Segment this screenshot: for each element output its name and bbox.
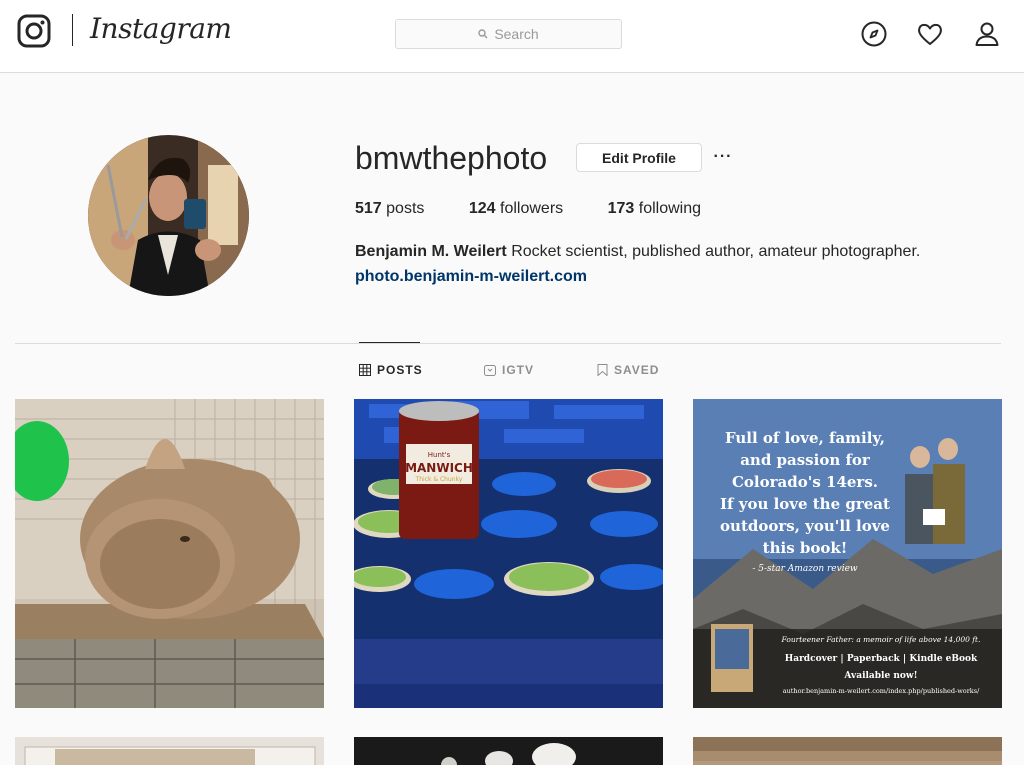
ad-url: author.benjamin-m-weilert.com/index.php/… bbox=[783, 687, 980, 695]
nav-divider bbox=[72, 14, 73, 46]
bookmark-icon bbox=[597, 364, 608, 376]
post-image bbox=[693, 737, 1002, 765]
profile-username: bmwthephoto bbox=[355, 140, 548, 176]
ad-availability: Available now! bbox=[843, 671, 917, 681]
igtv-icon bbox=[484, 365, 496, 376]
tab-igtv[interactable]: IGTV bbox=[484, 363, 534, 377]
ad-formats: Hardcover | Paperback | Kindle eBook bbox=[785, 654, 978, 664]
ad-review-text: - 5-star Amazon review bbox=[752, 564, 858, 574]
post-thumbnail-row2-3[interactable] bbox=[693, 737, 1002, 765]
post-image bbox=[15, 737, 324, 765]
profile-stats: 517 posts 124 followers 173 following bbox=[355, 200, 741, 218]
cans-photo: Hunt's MANWICH Thick & Chunky bbox=[354, 399, 663, 708]
grid-icon bbox=[359, 364, 371, 376]
profile-website-link[interactable]: photo.benjamin-m-weilert.com bbox=[355, 268, 587, 286]
can-product-text: MANWICH bbox=[405, 461, 473, 475]
post-image bbox=[354, 737, 663, 765]
ad-book-title: Fourteener Father: a memoir of life abov… bbox=[781, 635, 981, 644]
search-placeholder: Search bbox=[494, 26, 539, 42]
edit-profile-button[interactable]: Edit Profile bbox=[576, 143, 702, 172]
rabbit-photo bbox=[15, 399, 324, 708]
top-nav: Instagram Search bbox=[0, 0, 1024, 73]
followers-count: 124 bbox=[468, 200, 496, 217]
heart-icon[interactable] bbox=[916, 20, 944, 48]
post-thumbnail-rabbit[interactable] bbox=[15, 399, 324, 708]
tabs-divider bbox=[15, 343, 1001, 344]
profile-avatar[interactable] bbox=[88, 135, 249, 296]
instagram-wordmark[interactable]: Instagram bbox=[90, 12, 232, 45]
followers-stat-label: followers bbox=[500, 200, 564, 217]
tab-saved[interactable]: SAVED bbox=[597, 363, 659, 377]
can-brand-text: Hunt's bbox=[428, 451, 451, 459]
post-thumbnail-row2-1[interactable] bbox=[15, 737, 324, 765]
user-icon[interactable] bbox=[973, 20, 1001, 48]
posts-stat-label: posts bbox=[386, 200, 425, 217]
tab-label: IGTV bbox=[502, 363, 535, 377]
can-variant-text: Thick & Chunky bbox=[415, 476, 463, 483]
followers-stat[interactable]: 124 followers bbox=[469, 200, 563, 217]
ad-headline-line-3: Colorado's 14ers. bbox=[732, 473, 878, 491]
profile-full-name: Benjamin M. Weilert bbox=[355, 243, 507, 260]
following-stat-label: following bbox=[638, 200, 702, 217]
tab-label: POSTS bbox=[377, 363, 423, 377]
post-thumbnail-book-ad[interactable]: Full of love, family, and passion for Co… bbox=[693, 399, 1002, 708]
profile-bio: Benjamin M. Weilert Rocket scientist, pu… bbox=[355, 243, 920, 261]
search-icon bbox=[478, 29, 488, 39]
post-thumbnail-row2-2[interactable] bbox=[354, 737, 663, 765]
post-thumbnail-cans[interactable]: Hunt's MANWICH Thick & Chunky bbox=[354, 399, 663, 708]
ad-headline-line-4: If you love the great bbox=[720, 495, 890, 513]
ad-headline-line-2: and passion for bbox=[740, 451, 871, 469]
search-input[interactable]: Search bbox=[395, 19, 622, 49]
posts-stat: 517 posts bbox=[355, 200, 424, 217]
ad-headline-line-1: Full of love, family, bbox=[725, 429, 885, 447]
book-ad-image: Full of love, family, and passion for Co… bbox=[693, 399, 1002, 708]
compass-icon[interactable] bbox=[860, 20, 888, 48]
following-stat[interactable]: 173 following bbox=[608, 200, 701, 217]
ad-headline-line-5: outdoors, you'll love bbox=[720, 517, 890, 535]
posts-count: 517 bbox=[355, 200, 382, 217]
more-options-button[interactable]: ··· bbox=[712, 146, 734, 168]
instagram-glyph-icon[interactable] bbox=[17, 14, 51, 48]
tab-posts[interactable]: POSTS bbox=[359, 363, 423, 377]
following-count: 173 bbox=[607, 200, 635, 217]
tab-label: SAVED bbox=[614, 363, 660, 377]
profile-bio-text: Rocket scientist, published author, amat… bbox=[511, 243, 921, 260]
active-tab-indicator bbox=[359, 342, 420, 343]
ad-headline-line-6: this book! bbox=[763, 539, 848, 557]
